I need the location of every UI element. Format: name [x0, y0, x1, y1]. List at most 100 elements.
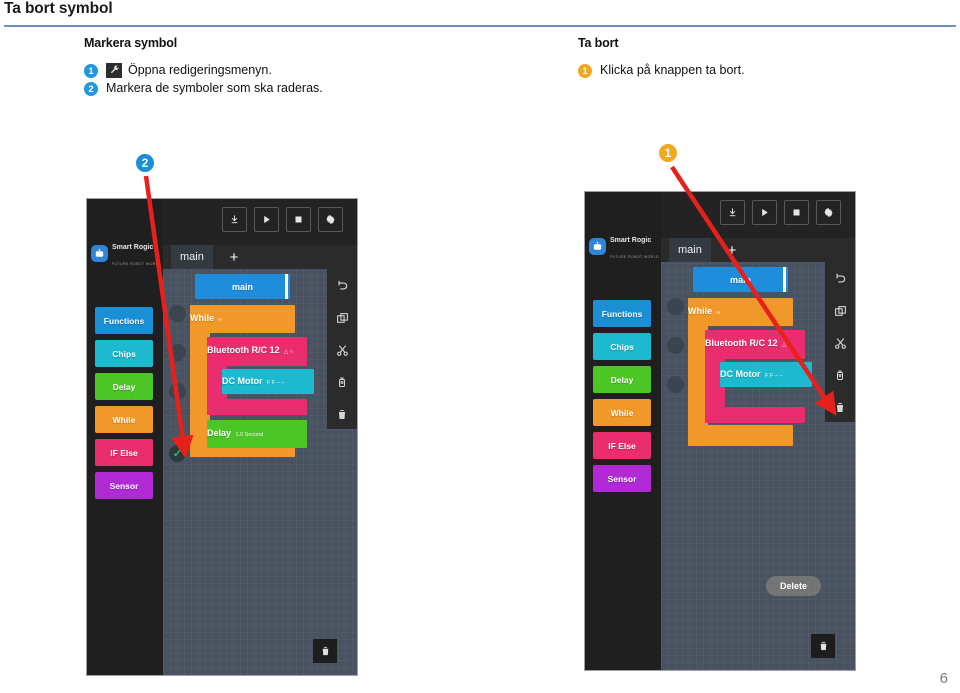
palette-item-delay[interactable]: Delay [593, 366, 651, 393]
block-select-check[interactable]: ✓ [169, 445, 186, 462]
block-while[interactable]: While ∞ [190, 305, 295, 333]
block-select-dot[interactable] [169, 383, 186, 400]
right-heading: Ta bort [578, 36, 619, 50]
right-step-list: 1 Klicka på knappen ta bort. [578, 62, 948, 79]
undo-icon[interactable] [334, 278, 350, 294]
tab-main[interactable]: main [669, 238, 711, 262]
add-tab-button[interactable]: + [221, 245, 247, 269]
left-heading: Markera symbol [84, 36, 178, 50]
block-select-dot[interactable] [667, 298, 684, 315]
download-icon[interactable] [720, 200, 745, 225]
duplicate-icon[interactable] [832, 303, 848, 319]
step-number-badge: 1 [578, 64, 592, 78]
block-sublabel: △ ○ [781, 342, 792, 348]
settings-icon[interactable] [318, 207, 343, 232]
block-label: DC Motor [222, 376, 263, 386]
undo-icon[interactable] [832, 271, 848, 287]
step-text: Klicka på knappen ta bort. [600, 63, 745, 77]
block-label: Delay [207, 428, 232, 438]
block-label: Bluetooth R/C 12 [705, 338, 778, 348]
stop-icon[interactable] [286, 207, 311, 232]
block-bluetooth-rc[interactable]: Bluetooth R/C 12 △ ○ [705, 330, 805, 359]
brand-logo: Smart Rogic FUTURE ROBOT WORLD [589, 230, 659, 262]
stop-icon[interactable] [784, 200, 809, 225]
block-select-dot[interactable] [667, 376, 684, 393]
block-main[interactable]: main [195, 274, 290, 299]
block-palette-right: Functions Chips Delay While IF Else Sens… [593, 300, 651, 498]
figure-right-app-screenshot: Smart Rogic FUTURE ROBOT WORLD Functions… [584, 191, 856, 671]
block-dc-motor[interactable]: DC Motor F F – – [222, 369, 314, 394]
callout-marker-1: 1 [659, 144, 677, 162]
document-page: Ta bort symbol Markera symbol 1 Öppna re… [0, 0, 960, 693]
block-while-foot[interactable] [688, 425, 793, 446]
left-instruction-column: Markera symbol 1 Öppna redigeringsmenyn.… [84, 36, 554, 98]
brand-name: Smart Rogic [610, 237, 652, 244]
right-instruction-column: Ta bort 1 Klicka på knappen ta bort. [578, 36, 948, 80]
block-select-dot[interactable] [169, 305, 186, 322]
palette-item-sensor[interactable]: Sensor [593, 465, 651, 492]
app-top-toolbar-left [163, 199, 357, 245]
block-main[interactable]: main [693, 267, 788, 292]
page-number: 6 [939, 670, 948, 687]
app-sidebar-right: Smart Rogic FUTURE ROBOT WORLD Functions… [585, 192, 661, 670]
block-dc-motor[interactable]: DC Motor F F – – [720, 362, 812, 387]
cut-icon[interactable] [832, 335, 848, 351]
paste-icon[interactable] [334, 374, 350, 390]
palette-item-chips[interactable]: Chips [95, 340, 153, 367]
tab-main[interactable]: main [171, 245, 213, 269]
text-cursor [783, 267, 786, 292]
palette-item-functions[interactable]: Functions [95, 307, 153, 334]
delete-icon[interactable] [832, 399, 848, 415]
app-sidebar-left: Smart Rogic FUTURE ROBOT WORLD Functions… [87, 199, 163, 675]
wrench-icon [106, 63, 122, 78]
block-select-dot[interactable] [667, 337, 684, 354]
block-while[interactable]: While ∞ [688, 298, 793, 326]
block-select-dot[interactable] [169, 344, 186, 361]
step-text: Markera de symboler som ska raderas. [106, 81, 323, 95]
palette-item-while[interactable]: While [593, 399, 651, 426]
app-side-tools-left [327, 269, 357, 429]
palette-item-functions[interactable]: Functions [593, 300, 651, 327]
play-icon[interactable] [752, 200, 777, 225]
text-cursor [285, 274, 288, 299]
palette-item-while[interactable]: While [95, 406, 153, 433]
settings-icon[interactable] [816, 200, 841, 225]
block-label: main [729, 274, 751, 285]
robot-icon [589, 237, 606, 255]
add-tab-button[interactable]: + [719, 238, 745, 262]
block-bluetooth-rc[interactable]: Bluetooth R/C 12 △ ○ [207, 337, 307, 366]
program-canvas-left[interactable]: ✓ main While ∞ Bluetooth R/C 12 △ ○ DC M… [163, 269, 357, 675]
brand-tagline: FUTURE ROBOT WORLD [610, 255, 659, 259]
app-tabbar-left: main + [163, 245, 357, 269]
app-top-toolbar-right [661, 192, 855, 238]
app-tabbar-right: main + [661, 238, 855, 262]
list-item: 1 Klicka på knappen ta bort. [578, 62, 948, 79]
paste-icon[interactable] [832, 367, 848, 383]
palette-item-sensor[interactable]: Sensor [95, 472, 153, 499]
block-delay[interactable]: Delay 1.0 Second [207, 420, 307, 448]
block-label: Bluetooth R/C 12 [207, 345, 280, 355]
palette-item-delay[interactable]: Delay [95, 373, 153, 400]
block-bt-foot[interactable] [207, 399, 307, 415]
page-title: Ta bort symbol [4, 0, 113, 17]
left-step-list: 1 Öppna redigeringsmenyn. 2 Markera de s… [84, 62, 554, 97]
palette-item-ifelse[interactable]: IF Else [95, 439, 153, 466]
app-side-tools-right [825, 262, 855, 422]
block-label: While [688, 306, 712, 316]
block-bt-foot[interactable] [705, 407, 805, 423]
block-sublabel: ∞ [218, 317, 223, 323]
block-sublabel: F F – – [266, 380, 285, 386]
palette-item-chips[interactable]: Chips [593, 333, 651, 360]
canvas-trash-button[interactable] [811, 634, 835, 658]
block-palette-left: Functions Chips Delay While IF Else Sens… [95, 307, 153, 505]
duplicate-icon[interactable] [334, 310, 350, 326]
block-label: main [231, 281, 253, 292]
program-canvas-right[interactable]: main While ∞ Bluetooth R/C 12 △ ○ DC Mot… [661, 262, 855, 670]
download-icon[interactable] [222, 207, 247, 232]
delete-icon[interactable] [334, 406, 350, 422]
cut-icon[interactable] [334, 342, 350, 358]
palette-item-ifelse[interactable]: IF Else [593, 432, 651, 459]
block-label: DC Motor [720, 369, 761, 379]
play-icon[interactable] [254, 207, 279, 232]
canvas-trash-button[interactable] [313, 639, 337, 663]
